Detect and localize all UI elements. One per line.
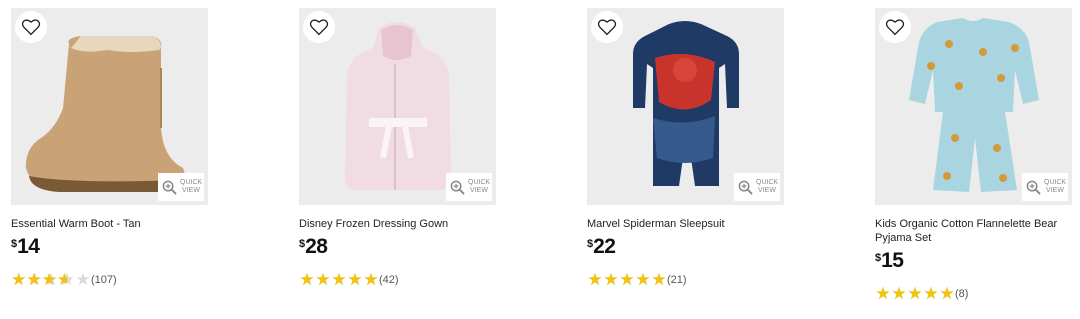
product-price: $ 14 <box>11 236 208 258</box>
review-count[interactable]: (8) <box>955 288 968 300</box>
star-rating-filled: ★★★★★ <box>11 272 67 288</box>
product-name[interactable]: Kids Organic Cotton Flannelette Bear Pyj… <box>875 217 1065 245</box>
quick-view-button[interactable]: QUICK VIEW <box>158 173 204 201</box>
product-rating: ★★★★★ ★★★★★ (107) <box>11 272 208 288</box>
review-count[interactable]: (107) <box>91 274 117 286</box>
quick-view-button[interactable]: QUICK VIEW <box>446 173 492 201</box>
star-rating: ★★★★★ ★★★★★ <box>875 286 955 302</box>
quick-view-label: QUICK VIEW <box>1044 179 1067 194</box>
price-amount: 15 <box>881 249 904 272</box>
product-name[interactable]: Disney Frozen Dressing Gown <box>299 217 489 231</box>
heart-icon <box>885 19 905 36</box>
magnifier-plus-icon <box>450 180 465 195</box>
heart-icon <box>597 19 617 36</box>
magnifier-plus-icon <box>162 180 177 195</box>
product-card[interactable]: QUICK VIEW Kids Organic Cotton Flannelet… <box>875 8 1072 302</box>
wishlist-heart-button[interactable] <box>879 11 911 43</box>
product-image[interactable]: QUICK VIEW <box>11 8 208 205</box>
star-rating-filled: ★★★★★ <box>587 272 667 288</box>
quick-view-button[interactable]: QUICK VIEW <box>734 173 780 201</box>
quick-view-label: QUICK VIEW <box>468 179 491 194</box>
product-name[interactable]: Essential Warm Boot - Tan <box>11 217 201 231</box>
product-name[interactable]: Marvel Spiderman Sleepsuit <box>587 217 777 231</box>
quick-view-button[interactable]: QUICK VIEW <box>1022 173 1068 201</box>
heart-icon <box>309 19 329 36</box>
magnifier-plus-icon <box>1026 180 1041 195</box>
product-rating: ★ ★ ★ ★ ★ ★ ★ ★ ★ ★ (42) <box>299 272 496 288</box>
price-amount: 28 <box>305 235 328 258</box>
product-price: $ 15 <box>875 250 1072 272</box>
magnifier-plus-icon <box>738 180 753 195</box>
product-image[interactable]: QUICK VIEW <box>299 8 496 205</box>
wishlist-heart-button[interactable] <box>591 11 623 43</box>
star-rating-filled: ★★★★★ <box>875 286 955 302</box>
wishlist-heart-button[interactable] <box>15 11 47 43</box>
product-image[interactable]: QUICK VIEW <box>587 8 784 205</box>
heart-icon <box>21 19 41 36</box>
quick-view-label: QUICK VIEW <box>756 179 779 194</box>
star-rating-filled: ★★★★★ <box>299 272 379 288</box>
wishlist-heart-button[interactable] <box>303 11 335 43</box>
product-image[interactable]: QUICK VIEW <box>875 8 1072 205</box>
product-card[interactable]: QUICK VIEW Disney Frozen Dressing Gown $… <box>299 8 496 288</box>
product-price: $ 22 <box>587 236 784 258</box>
product-rating: ★ ★ ★ ★ ★ ★ ★ ★ ★ ★ (8) <box>875 286 1072 302</box>
price-amount: 22 <box>593 235 616 258</box>
product-card[interactable]: QUICK VIEW Essential Warm Boot - Tan $ 1… <box>11 8 208 288</box>
price-amount: 14 <box>17 235 40 258</box>
review-count[interactable]: (21) <box>667 274 687 286</box>
star-rating: ★★★★★ ★★★★★ <box>587 272 667 288</box>
product-rating: ★ ★ ★ ★ ★ ★ ★ ★ ★ ★ (21) <box>587 272 784 288</box>
quick-view-label: QUICK VIEW <box>180 179 203 194</box>
product-price: $ 28 <box>299 236 496 258</box>
review-count[interactable]: (42) <box>379 274 399 286</box>
product-card[interactable]: QUICK VIEW Marvel Spiderman Sleepsuit $ … <box>587 8 784 288</box>
star-rating: ★★★★★ ★★★★★ <box>11 272 91 288</box>
star-rating: ★★★★★ ★★★★★ <box>299 272 379 288</box>
